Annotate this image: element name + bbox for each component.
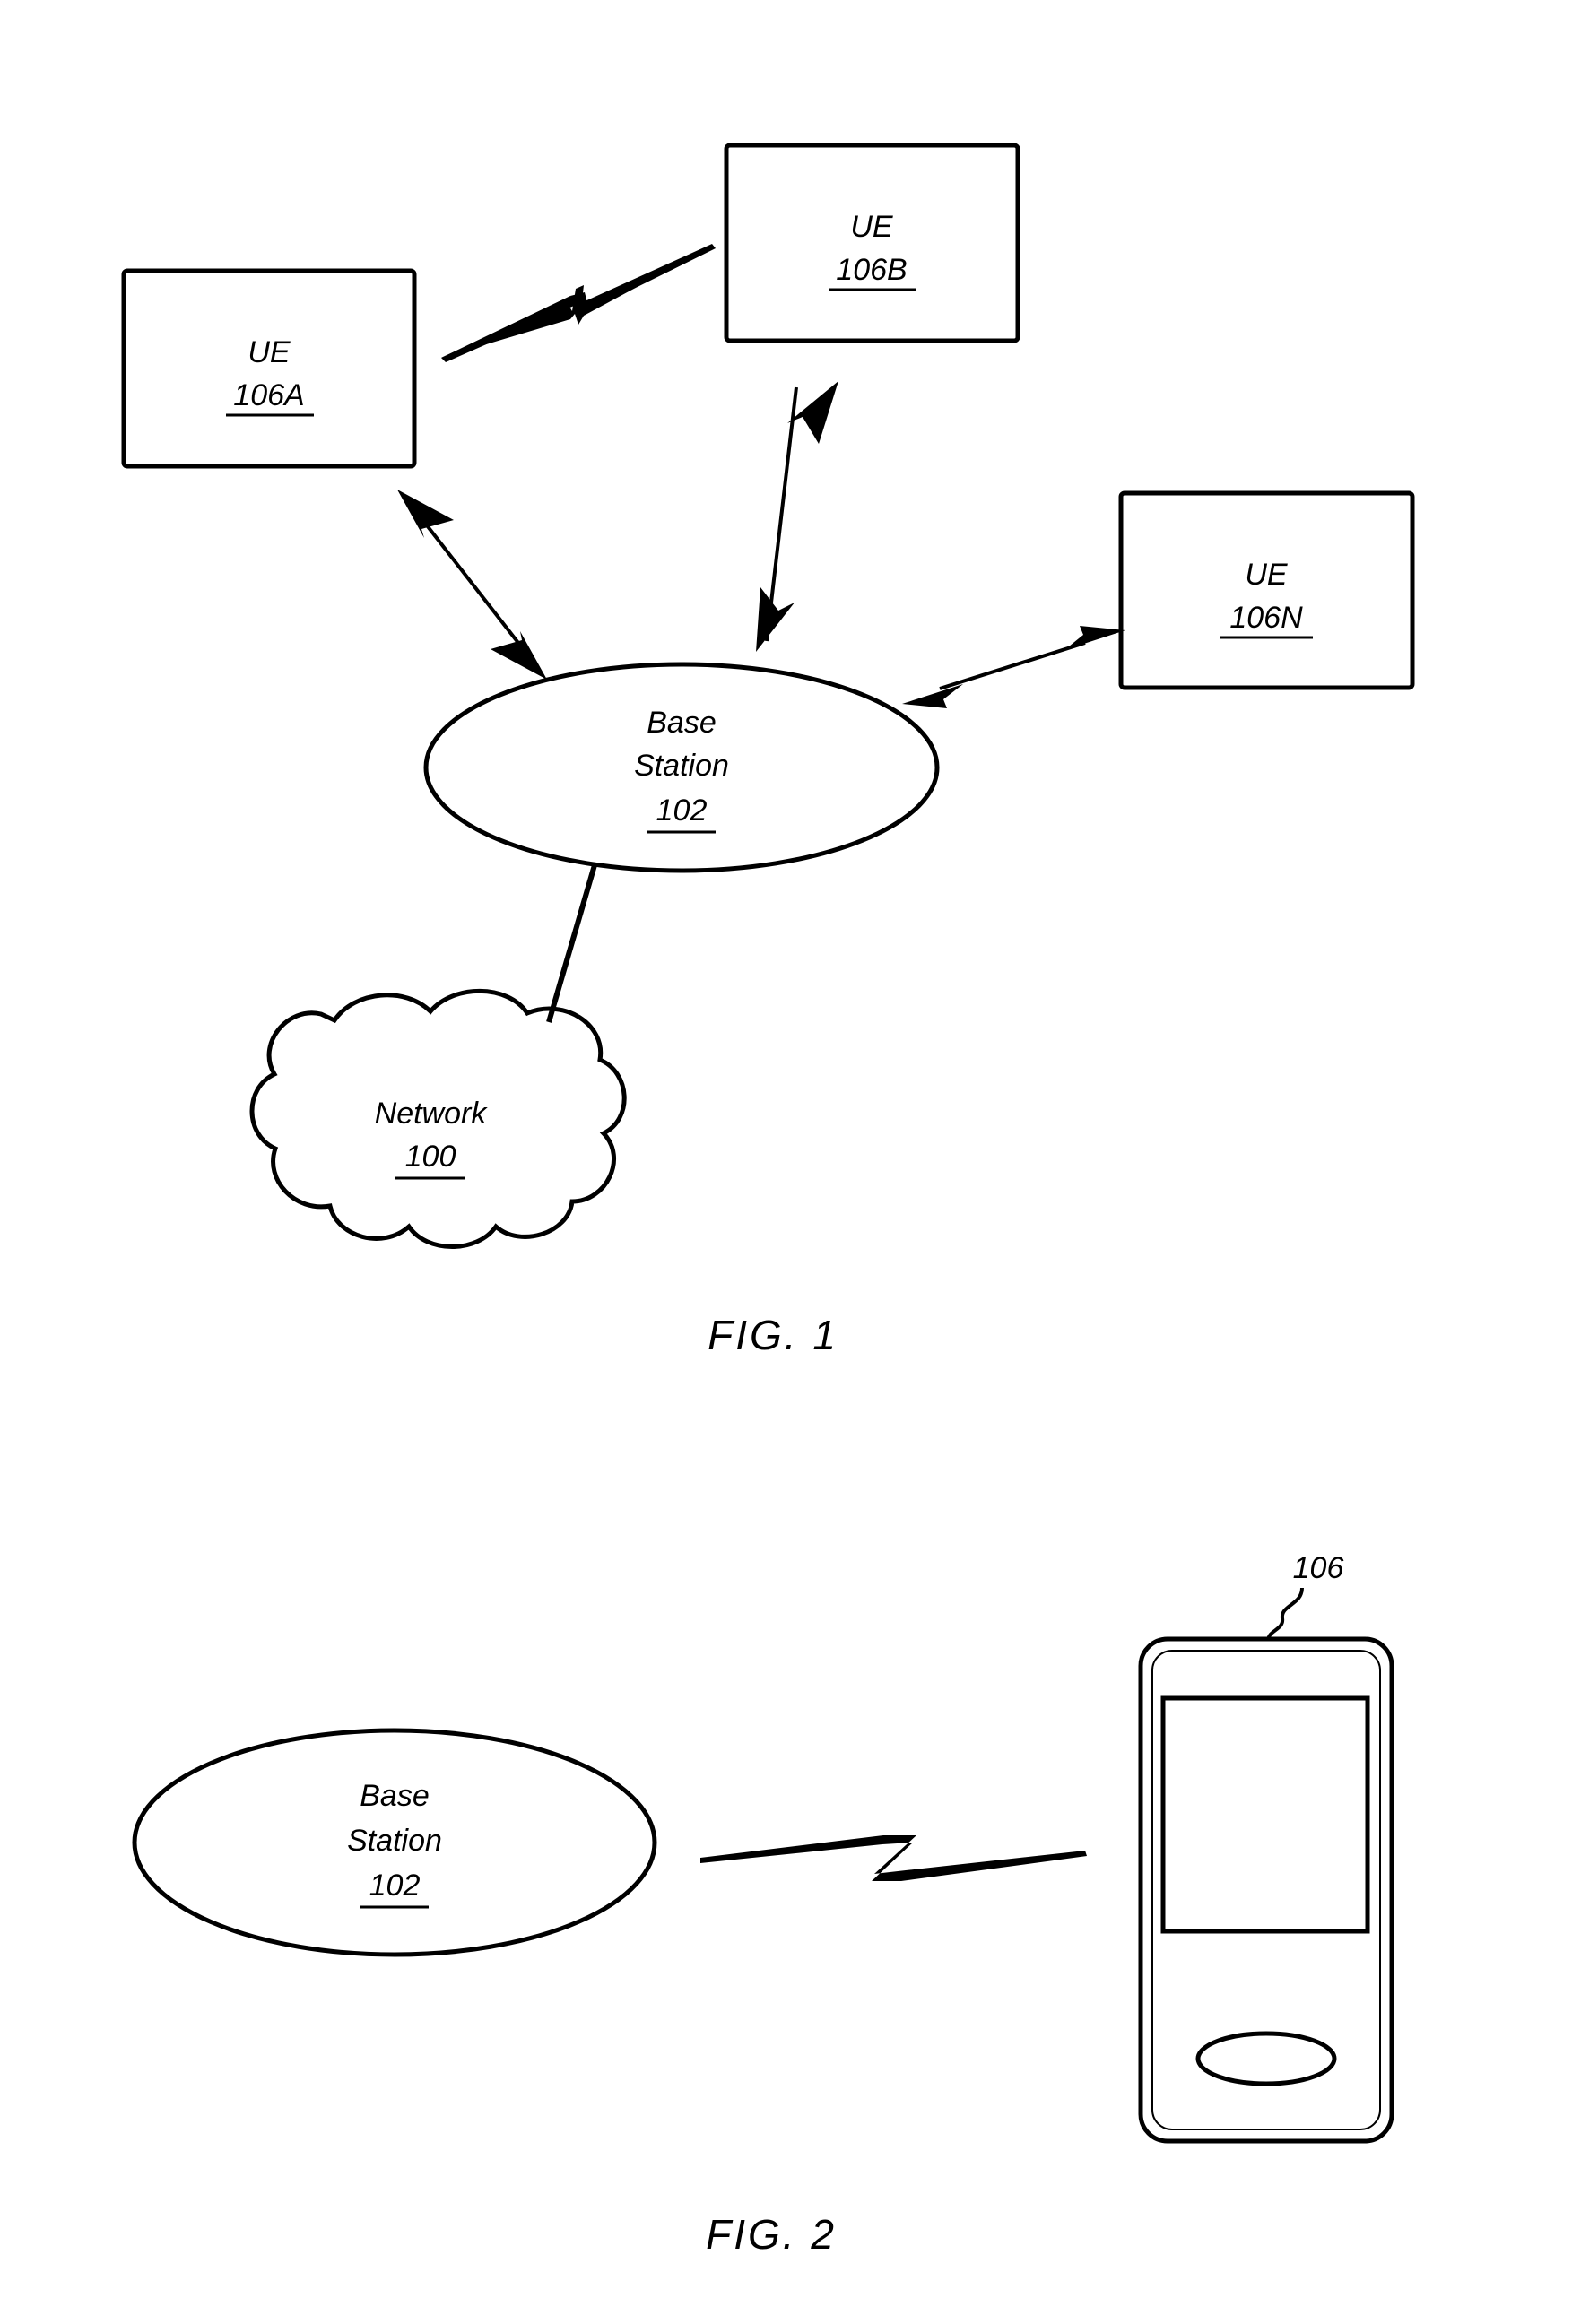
ue-106a-label-line2: 106A	[233, 378, 304, 412]
ue-106a-label-line1: UE	[248, 335, 291, 369]
node-ue-106b[interactable]: UE 106B	[724, 143, 1020, 343]
figure-canvas: UE 106A UE 106B UE 106N Base Station 102	[121, 143, 1415, 2258]
node-base-station-102-fig2[interactable]: Base Station 102	[132, 1728, 657, 1957]
base-station-label-line1: Base	[647, 706, 717, 740]
connector-arrow-ue106b-base	[756, 381, 838, 652]
base-station-fig2-label-line1: Base	[360, 1779, 430, 1813]
network-label-line2: 100	[405, 1140, 456, 1174]
device-bezel	[1151, 1650, 1381, 2130]
figure-2-caption: FIG. 2	[706, 2211, 837, 2258]
node-network-100[interactable]: Network 100	[249, 988, 627, 1249]
node-base-station-102-fig1[interactable]: Base Station 102	[423, 662, 940, 873]
connector-base-to-network	[546, 864, 597, 1023]
ue-106b-label-line2: 106B	[836, 253, 907, 287]
base-station-label-line3: 102	[656, 793, 708, 828]
arrowhead-down	[756, 587, 795, 652]
ue-106n-label-line2: 106N	[1229, 601, 1303, 635]
arrowhead-right	[1064, 626, 1125, 650]
figure-1: UE 106A UE 106B UE 106N Base Station 102	[121, 143, 1415, 1358]
node-ue-106a[interactable]: UE 106A	[121, 268, 417, 469]
base-station-label-line2: Station	[634, 749, 729, 783]
arrowhead-up-left	[397, 490, 454, 538]
base-station-fig2-label-line2: Station	[347, 1824, 442, 1858]
figure-2: Base Station 102 106 FIG. 2	[132, 1551, 1394, 2258]
connector-lightning-base-device	[700, 1835, 1087, 1881]
device-home-button[interactable]	[1195, 2031, 1337, 2086]
node-ue-106n[interactable]: UE 106N	[1118, 490, 1415, 690]
ue-106b-label-line1: UE	[850, 210, 893, 244]
arrowhead-left	[902, 684, 963, 708]
connector-lightning-ue106a-ue106b	[441, 244, 716, 362]
device-ref-leader-line	[1266, 1587, 1304, 1642]
network-label-line1: Network	[375, 1097, 489, 1131]
connector-arrow-ue106a-base	[397, 490, 547, 680]
ue-106n-label-line1: UE	[1245, 558, 1288, 592]
patent-figure-sheet: UE 106A UE 106B UE 106N Base Station 102	[0, 0, 1572, 2324]
device-body	[1138, 1636, 1394, 2144]
node-ue-device-106[interactable]: 106	[1138, 1551, 1394, 2144]
device-screen	[1160, 1695, 1370, 1934]
device-ref-label: 106	[1293, 1551, 1344, 1585]
base-station-fig2-label-line3: 102	[369, 1869, 421, 1903]
connector-arrow-base-ue106n	[902, 626, 1125, 708]
arrowhead-down-right	[491, 631, 547, 680]
figure-1-caption: FIG. 1	[708, 1312, 838, 1358]
